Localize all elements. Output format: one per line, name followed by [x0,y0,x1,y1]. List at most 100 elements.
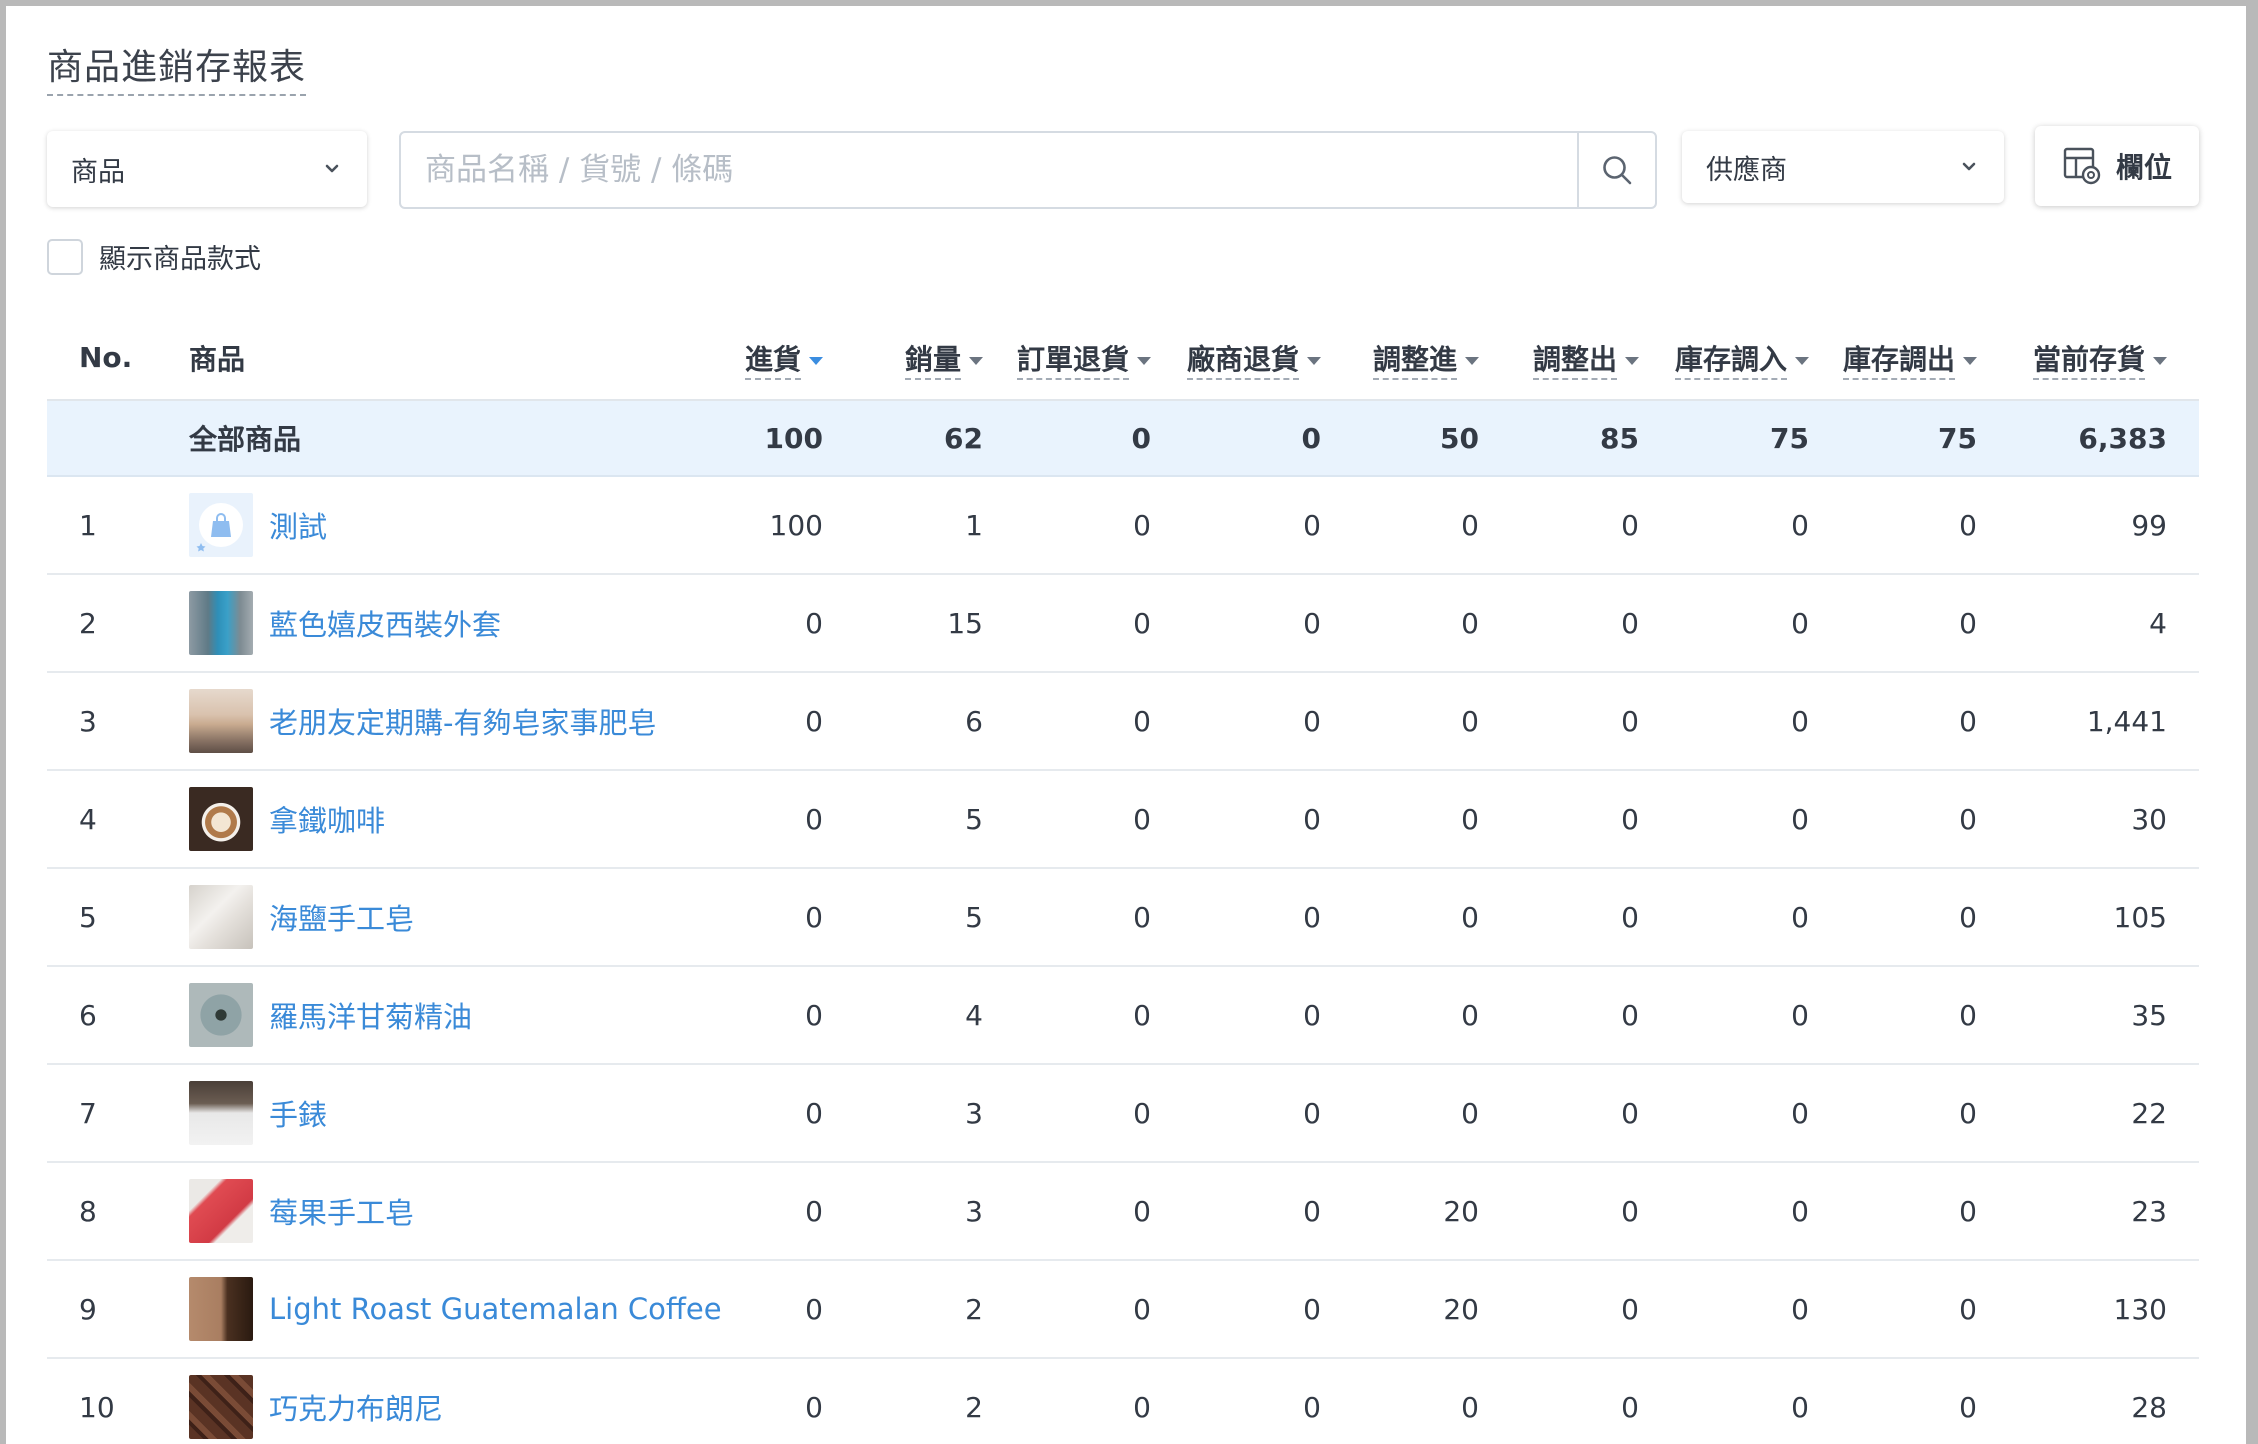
cell-order-return: 0 [1015,868,1183,967]
cell-stock-in: 0 [697,868,855,967]
cell-transfer-in: 0 [1671,966,1841,1065]
cell-transfer-in: 0 [1671,1260,1841,1359]
table-row: 4 拿鐵咖啡 0 5 0 0 0 0 0 0 30 [47,770,2199,869]
col-header-transfer-in-label: 庫存調入 [1674,342,1787,380]
product-type-select[interactable]: 商品 [47,131,367,207]
cell-order-return: 0 [1015,1162,1183,1261]
product-info: 巧克力布朗尼 [189,1375,697,1439]
cell-stock-in: 0 [697,1358,855,1444]
report-panel: 商品進銷存報表 商品 供應商 欄位 顯示商品款式 [6,6,2246,1444]
cell-transfer-in: 0 [1671,476,1841,575]
product-name-link[interactable]: 莓果手工皂 [269,1190,414,1232]
col-header-product: 商品 [157,316,697,401]
summary-current-stock: 6,383 [2009,400,2199,477]
product-thumbnail [189,1277,253,1341]
cell-vendor-return: 0 [1183,966,1353,1065]
col-header-current-stock[interactable]: 當前存貨 [2009,316,2199,401]
summary-transfer-in: 75 [1671,400,1841,477]
summary-stock-in: 100 [697,400,855,477]
sort-caret-icon [969,356,983,365]
sort-caret-icon [809,356,823,365]
table-row: 8 莓果手工皂 0 3 0 0 20 0 0 0 23 [47,1162,2199,1261]
supplier-select[interactable]: 供應商 [1682,131,2004,203]
cell-transfer-out: 0 [1841,966,2009,1065]
cell-adjust-in: 0 [1353,1064,1511,1163]
columns-settings-icon [2063,147,2101,185]
shopping-bag-icon [196,503,243,552]
product-thumbnail [189,787,253,851]
col-header-sales[interactable]: 銷量 [855,316,1015,401]
sort-caret-icon [1963,356,1977,365]
product-info: 莓果手工皂 [189,1179,697,1243]
supplier-select-value: 供應商 [1706,154,1787,186]
col-header-adjust-out[interactable]: 調整出 [1511,316,1671,401]
col-header-stock-in-label: 進貨 [744,342,801,380]
col-header-stock-in[interactable]: 進貨 [697,316,855,401]
product-name-link[interactable]: 羅馬洋甘菊精油 [269,994,472,1036]
product-info: 羅馬洋甘菊精油 [189,983,697,1047]
cell-adjust-out: 0 [1511,868,1671,967]
table-row: 1 測試 100 1 0 0 0 0 0 0 99 [47,476,2199,575]
cell-current-stock: 23 [2009,1162,2199,1261]
cell-current-stock: 99 [2009,476,2199,575]
columns-button-label: 欄位 [2115,151,2172,184]
sort-caret-icon [1307,356,1321,365]
cell-stock-in: 0 [697,574,855,673]
cell-vendor-return: 0 [1183,1064,1353,1163]
product-name-link[interactable]: Light Roast Guatemalan Coffee [269,1292,722,1326]
table-row: 3 老朋友定期購-有夠皂家事肥皂 0 6 0 0 0 0 0 0 1,441 [47,672,2199,771]
search-button[interactable] [1577,133,1655,207]
product-info: 拿鐵咖啡 [189,787,697,851]
cell-vendor-return: 0 [1183,574,1353,673]
cell-adjust-out: 0 [1511,1162,1671,1261]
cell-stock-in: 0 [697,1064,855,1163]
col-header-order-return-label: 訂單退貨 [1016,342,1129,380]
product-name-link[interactable]: 老朋友定期購-有夠皂家事肥皂 [269,700,656,742]
cell-transfer-in: 0 [1671,868,1841,967]
show-variants-checkbox[interactable] [47,238,83,275]
show-variants-label: 顯示商品款式 [99,244,261,275]
product-thumbnail [189,885,253,949]
cell-transfer-out: 0 [1841,574,2009,673]
col-header-transfer-in[interactable]: 庫存調入 [1671,316,1841,401]
show-variants-option: 顯示商品款式 [47,237,261,276]
product-name-link[interactable]: 測試 [269,504,327,546]
cell-order-return: 0 [1015,770,1183,869]
cell-adjust-in: 0 [1353,672,1511,771]
col-header-transfer-out[interactable]: 庫存調出 [1841,316,2009,401]
product-name-link[interactable]: 巧克力布朗尼 [269,1386,443,1428]
cell-sales: 2 [855,1358,1015,1444]
cell-adjust-out: 0 [1511,672,1671,771]
product-cell: 藍色嬉皮西裝外套 [157,574,697,673]
table-header-row: No. 商品 進貨 銷量 訂單退貨 廠商退貨 調整進 調整出 庫存調入 庫存調出… [47,316,2199,401]
col-header-order-return[interactable]: 訂單退貨 [1015,316,1183,401]
cell-stock-in: 0 [697,966,855,1065]
cell-order-return: 0 [1015,966,1183,1065]
product-cell: 海鹽手工皂 [157,868,697,967]
sort-caret-icon [1795,356,1809,365]
table-row: 6 羅馬洋甘菊精油 0 4 0 0 0 0 0 0 35 [47,966,2199,1065]
cell-order-return: 0 [1015,476,1183,575]
row-number: 3 [47,672,157,771]
col-header-adjust-in[interactable]: 調整進 [1353,316,1511,401]
sort-caret-icon [1625,356,1639,365]
product-cell: 老朋友定期購-有夠皂家事肥皂 [157,672,697,771]
product-name-link[interactable]: 拿鐵咖啡 [269,798,385,840]
columns-button[interactable]: 欄位 [2035,126,2199,206]
product-name-link[interactable]: 手錶 [269,1092,327,1134]
cell-current-stock: 22 [2009,1064,2199,1163]
col-header-vendor-return-label: 廠商退貨 [1186,342,1299,380]
product-name-link[interactable]: 藍色嬉皮西裝外套 [269,602,501,644]
product-cell: 巧克力布朗尼 [157,1358,697,1444]
cell-transfer-out: 0 [1841,1358,2009,1444]
search-input[interactable] [401,133,1577,207]
cell-order-return: 0 [1015,1358,1183,1444]
cell-vendor-return: 0 [1183,868,1353,967]
product-cell: 手錶 [157,1064,697,1163]
search-box [399,131,1657,209]
product-name-link[interactable]: 海鹽手工皂 [269,896,414,938]
cell-order-return: 0 [1015,672,1183,771]
cell-sales: 15 [855,574,1015,673]
col-header-vendor-return[interactable]: 廠商退貨 [1183,316,1353,401]
cell-current-stock: 1,441 [2009,672,2199,771]
